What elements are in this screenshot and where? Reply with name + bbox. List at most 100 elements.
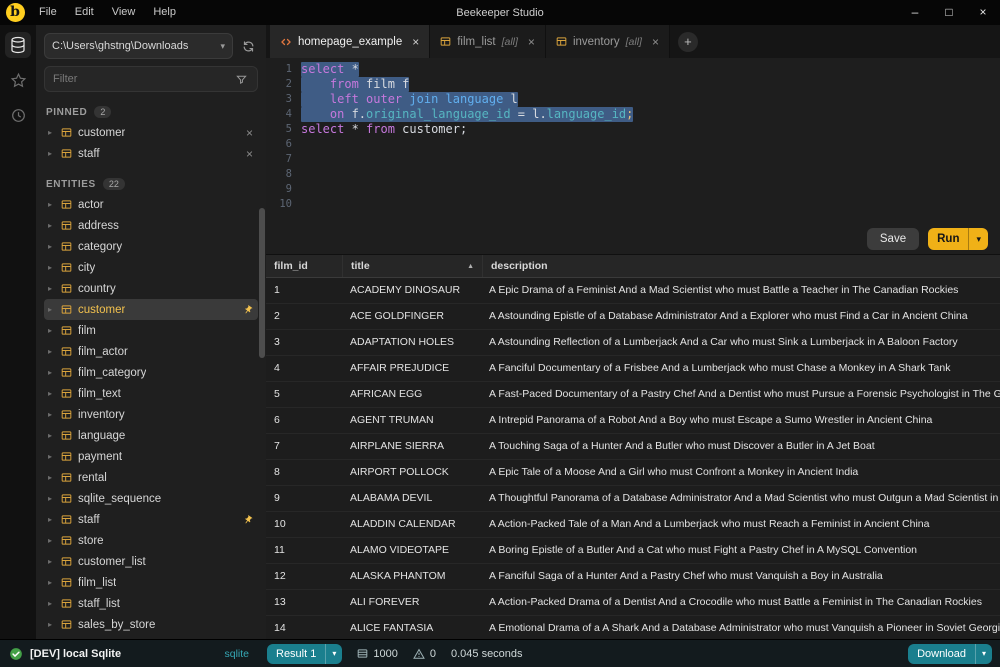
cell-description[interactable]: A Emotional Drama of a A Shark And a Dat…	[481, 616, 1000, 639]
sql-editor[interactable]: 1select *2 from film f3 left outer join …	[266, 58, 1000, 224]
cell-film_id[interactable]: 8	[266, 460, 342, 485]
sidebar-item-address[interactable]: ▸address	[44, 215, 258, 236]
sidebar-item-sqlite_sequence[interactable]: ▸sqlite_sequence	[44, 488, 258, 509]
cell-film_id[interactable]: 6	[266, 408, 342, 433]
cell-film_id[interactable]: 9	[266, 486, 342, 511]
cell-description[interactable]: A Fanciful Documentary of a Frisbee And …	[481, 356, 1000, 381]
sidebar-item-payment[interactable]: ▸payment	[44, 446, 258, 467]
favorites-star-icon[interactable]	[5, 67, 31, 93]
editor-line[interactable]: 2 from film f	[266, 77, 1000, 92]
cell-description[interactable]: A Fast-Paced Documentary of a Pastry Che…	[481, 382, 1000, 407]
sidebar-item-staff[interactable]: ▸staff	[44, 509, 258, 530]
tab-film_list[interactable]: film_list[all]×	[430, 25, 546, 58]
new-tab-button[interactable]: +	[678, 32, 698, 52]
cell-description[interactable]: A Epic Tale of a Moose And a Girl who mu…	[481, 460, 1000, 485]
sidebar-item-staff[interactable]: ▸staff×	[44, 143, 258, 164]
cell-film_id[interactable]: 11	[266, 538, 342, 563]
sidebar-item-category[interactable]: ▸category	[44, 236, 258, 257]
cell-description[interactable]: A Intrepid Panorama of a Robot And a Boy…	[481, 408, 1000, 433]
cell-description[interactable]: A Action-Packed Tale of a Man And a Lumb…	[481, 512, 1000, 537]
close-tab-icon[interactable]: ×	[412, 36, 419, 48]
cell-film_id[interactable]: 1	[266, 278, 342, 303]
sidebar-item-film_text[interactable]: ▸film_text	[44, 383, 258, 404]
cell-title[interactable]: ALADDIN CALENDAR	[342, 512, 481, 537]
result-selector-button[interactable]: Result 1 ▾	[267, 644, 342, 664]
cell-title[interactable]: ACE GOLDFINGER	[342, 304, 481, 329]
cell-film_id[interactable]: 12	[266, 564, 342, 589]
sidebar-item-city[interactable]: ▸city	[44, 257, 258, 278]
cell-title[interactable]: ALASKA PHANTOM	[342, 564, 481, 589]
sidebar-scrollbar[interactable]	[259, 208, 265, 358]
database-path-dropdown[interactable]: C:\Users\ghstng\Downloads ▾	[44, 33, 233, 59]
cell-film_id[interactable]: 5	[266, 382, 342, 407]
cell-film_id[interactable]: 2	[266, 304, 342, 329]
cell-title[interactable]: AFFAIR PREJUDICE	[342, 356, 481, 381]
sidebar-item-language[interactable]: ▸language	[44, 425, 258, 446]
cell-title[interactable]: ALABAMA DEVIL	[342, 486, 481, 511]
editor-line[interactable]: 9	[266, 182, 1000, 197]
editor-line[interactable]: 5select * from customer;	[266, 122, 1000, 137]
sidebar-item-film_category[interactable]: ▸film_category	[44, 362, 258, 383]
cell-description[interactable]: A Astounding Epistle of a Database Admin…	[481, 304, 1000, 329]
sidebar-item-film[interactable]: ▸film	[44, 320, 258, 341]
history-clock-icon[interactable]	[5, 102, 31, 128]
cell-title[interactable]: AIRPORT POLLOCK	[342, 460, 481, 485]
cell-film_id[interactable]: 10	[266, 512, 342, 537]
editor-line[interactable]: 1select *	[266, 62, 1000, 77]
cell-title[interactable]: ALICE FANTASIA	[342, 616, 481, 639]
download-button[interactable]: Download ▾	[908, 644, 992, 664]
editor-line[interactable]: 10	[266, 197, 1000, 212]
cell-title[interactable]: ADAPTATION HOLES	[342, 330, 481, 355]
cell-title[interactable]: ALI FOREVER	[342, 590, 481, 615]
cell-description[interactable]: A Fanciful Saga of a Hunter And a Pastry…	[481, 564, 1000, 589]
maximize-icon[interactable]: □	[932, 0, 966, 25]
pin-icon[interactable]	[241, 303, 255, 317]
entities-section-header[interactable]: ENTITIES 22	[46, 178, 256, 190]
editor-line[interactable]: 6	[266, 137, 1000, 152]
cell-description[interactable]: A Astounding Reflection of a Lumberjack …	[481, 330, 1000, 355]
column-header-description[interactable]: description∧	[483, 255, 1000, 277]
menu-file[interactable]: File	[30, 0, 66, 25]
filter-input[interactable]	[51, 72, 231, 86]
sidebar-item-rental[interactable]: ▸rental	[44, 467, 258, 488]
cell-title[interactable]: ALAMO VIDEOTAPE	[342, 538, 481, 563]
sidebar-item-inventory[interactable]: ▸inventory	[44, 404, 258, 425]
cell-film_id[interactable]: 7	[266, 434, 342, 459]
sidebar-item-film_list[interactable]: ▸film_list	[44, 572, 258, 593]
editor-line[interactable]: 4 on f.original_language_id = l.language…	[266, 107, 1000, 122]
column-header-film_id[interactable]: film_id	[266, 255, 343, 277]
cell-description[interactable]: A Action-Packed Drama of a Dentist And a…	[481, 590, 1000, 615]
sidebar-item-customer[interactable]: ▸customer	[44, 299, 258, 320]
close-tab-icon[interactable]: ×	[652, 36, 659, 48]
tab-inventory[interactable]: inventory[all]×	[546, 25, 670, 58]
cell-description[interactable]: A Touching Saga of a Hunter And a Butler…	[481, 434, 1000, 459]
sidebar-item-store[interactable]: ▸store	[44, 530, 258, 551]
menu-view[interactable]: View	[103, 0, 145, 25]
cell-film_id[interactable]: 3	[266, 330, 342, 355]
sidebar-item-sales_by_store[interactable]: ▸sales_by_store	[44, 614, 258, 635]
cell-title[interactable]: AIRPLANE SIERRA	[342, 434, 481, 459]
sidebar-item-film_actor[interactable]: ▸film_actor	[44, 341, 258, 362]
close-tab-icon[interactable]: ×	[528, 36, 535, 48]
tab-homepage_example[interactable]: homepage_example×	[270, 25, 430, 58]
pin-icon[interactable]	[241, 513, 255, 527]
cell-title[interactable]: AGENT TRUMAN	[342, 408, 481, 433]
cell-description[interactable]: A Thoughtful Panorama of a Database Admi…	[481, 486, 1000, 511]
cell-title[interactable]: ACADEMY DINOSAUR	[342, 278, 481, 303]
refresh-icon[interactable]	[238, 36, 258, 56]
cell-film_id[interactable]: 13	[266, 590, 342, 615]
connection-name[interactable]: [DEV] local Sqlite	[30, 648, 121, 660]
editor-line[interactable]: 3 left outer join language l	[266, 92, 1000, 107]
cell-film_id[interactable]: 14	[266, 616, 342, 639]
run-options-caret-icon[interactable]: ▾	[969, 229, 988, 250]
column-header-title[interactable]: title▲	[343, 255, 483, 277]
sidebar-item-country[interactable]: ▸country	[44, 278, 258, 299]
editor-line[interactable]: 7	[266, 152, 1000, 167]
sidebar-item-staff_list[interactable]: ▸staff_list	[44, 593, 258, 614]
database-icon[interactable]	[5, 32, 31, 58]
minimize-icon[interactable]: –	[898, 0, 932, 25]
close-icon[interactable]: ×	[966, 0, 1000, 25]
sidebar-item-customer_list[interactable]: ▸customer_list	[44, 551, 258, 572]
unpin-close-icon[interactable]: ×	[246, 127, 253, 139]
run-button[interactable]: Run ▾	[928, 228, 988, 250]
